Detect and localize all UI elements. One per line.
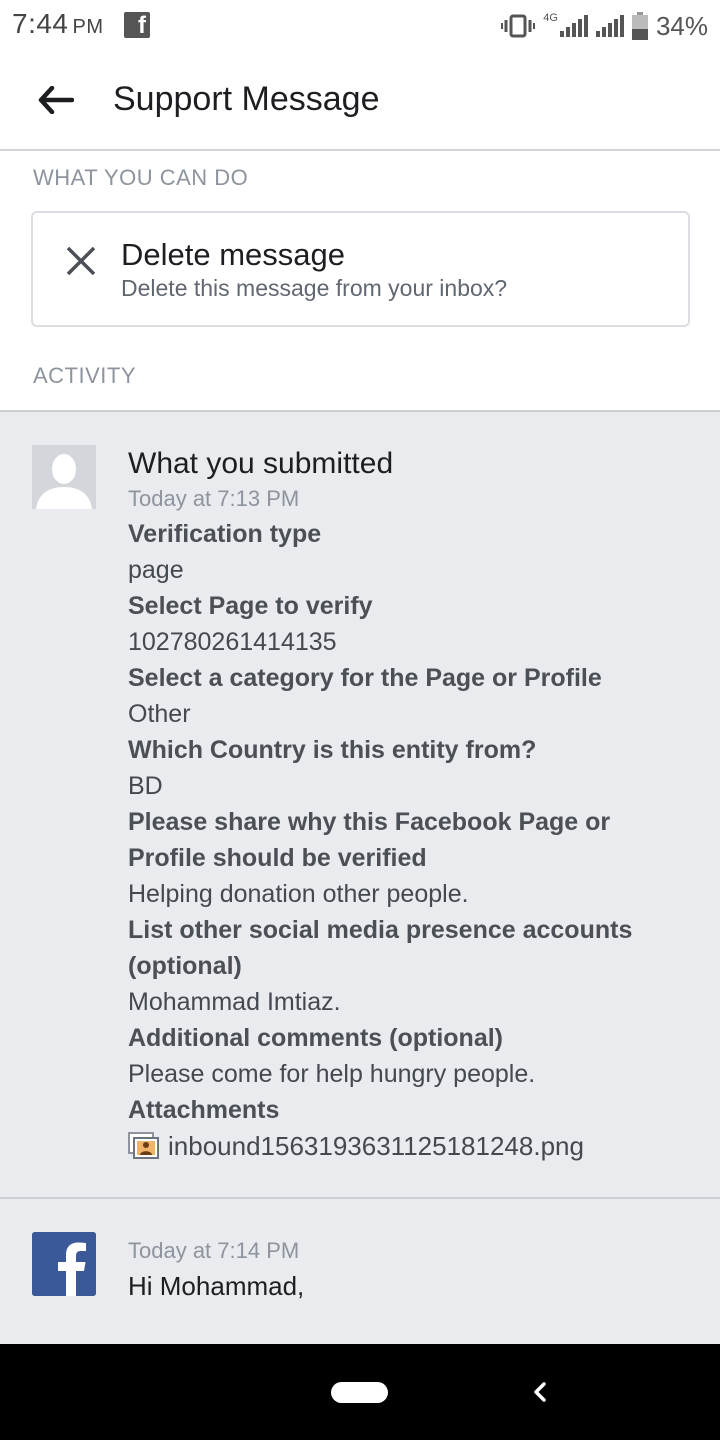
message-divider bbox=[0, 1197, 720, 1199]
support-reply-message: Today at 7:14 PM Hi Mohammad, bbox=[128, 1234, 688, 1304]
status-time-ampm: PM bbox=[72, 16, 104, 38]
submission-title: What you submitted bbox=[128, 447, 394, 480]
home-button[interactable] bbox=[331, 1382, 388, 1403]
status-icons: 4G 34% bbox=[501, 8, 708, 44]
delete-message-subtitle: Delete this message from your inbox? bbox=[121, 275, 508, 301]
field-label-social-accounts: List other social media presence account… bbox=[128, 916, 633, 980]
avatar bbox=[32, 445, 96, 509]
back-button[interactable] bbox=[30, 78, 82, 122]
field-value-select-page: 102780261414135 bbox=[128, 628, 337, 656]
delete-message-title: Delete message bbox=[121, 237, 346, 272]
signal-icon-1 bbox=[559, 15, 588, 37]
field-label-select-page: Select Page to verify bbox=[128, 592, 373, 620]
field-label-country: Which Country is this entity from? bbox=[128, 736, 537, 764]
field-value-comments: Please come for help hungry people. bbox=[128, 1060, 536, 1088]
attachment-filename: inbound1563193631125181248.png bbox=[168, 1131, 584, 1161]
field-value-verification-type: page bbox=[128, 556, 184, 584]
facebook-logo-icon bbox=[32, 1232, 96, 1296]
status-bar: 7:44 PM f 4G 34% bbox=[0, 0, 720, 52]
page-title: Support Message bbox=[113, 80, 380, 118]
arrow-back-icon bbox=[38, 86, 74, 114]
signal-icon-2 bbox=[595, 15, 624, 37]
field-label-category: Select a category for the Page or Profil… bbox=[128, 664, 602, 692]
field-label-comments: Additional comments (optional) bbox=[128, 1024, 503, 1052]
field-label-reason: Please share why this Facebook Page or P… bbox=[128, 808, 611, 872]
reply-text: Hi Mohammad, bbox=[128, 1271, 305, 1301]
attachment-link[interactable]: inbound1563193631125181248.png bbox=[128, 1128, 688, 1164]
field-value-reason: Helping donation other people. bbox=[128, 880, 469, 908]
field-value-country: BD bbox=[128, 772, 163, 800]
facebook-avatar bbox=[32, 1232, 96, 1296]
battery-percentage: 34% bbox=[655, 10, 708, 41]
battery-icon bbox=[631, 12, 648, 40]
nav-back-icon[interactable] bbox=[526, 1374, 554, 1410]
reply-timestamp: Today at 7:14 PM bbox=[128, 1238, 300, 1263]
image-file-icon bbox=[128, 1132, 159, 1159]
field-value-social-accounts: Mohammad Imtiaz. bbox=[128, 988, 341, 1016]
navigation-bar bbox=[0, 1344, 720, 1440]
activity-section: What you submitted Today at 7:13 PM Veri… bbox=[0, 410, 720, 1344]
status-time: 7:44 PM bbox=[12, 8, 104, 40]
app-header: Support Message bbox=[0, 52, 720, 151]
user-silhouette-icon bbox=[32, 445, 96, 509]
activity-label: ACTIVITY bbox=[33, 363, 137, 388]
delete-message-button[interactable]: Delete message Delete this message from … bbox=[31, 211, 690, 327]
submission-message: What you submitted Today at 7:13 PM Veri… bbox=[128, 446, 688, 1164]
status-time-value: 7:44 bbox=[12, 8, 69, 39]
submission-timestamp: Today at 7:13 PM bbox=[128, 486, 300, 511]
attachments-label: Attachments bbox=[128, 1096, 280, 1124]
close-icon bbox=[66, 246, 96, 276]
facebook-notification-icon: f bbox=[124, 12, 150, 38]
field-value-category: Other bbox=[128, 700, 191, 728]
network-type-label: 4G bbox=[543, 12, 558, 24]
what-you-can-do-label: WHAT YOU CAN DO bbox=[33, 165, 249, 190]
field-label-verification-type: Verification type bbox=[128, 520, 322, 548]
vibrate-icon bbox=[501, 14, 536, 38]
